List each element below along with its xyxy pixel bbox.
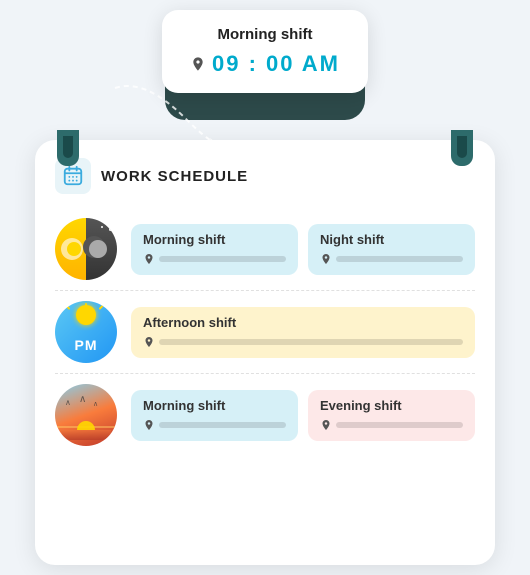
calendar-icon (62, 165, 84, 187)
evening-icon: ∧ ∧ ∧ (55, 384, 117, 446)
clip-right (451, 130, 473, 166)
pin-icon (190, 56, 206, 72)
shift-pin-icon-1 (143, 253, 155, 265)
header-title: WORK SCHEDULE (101, 168, 248, 185)
shift-card-night: Night shift (308, 224, 475, 275)
shift-line-2 (336, 256, 463, 262)
floating-card: Morning shift 09 : 00 AM (162, 10, 368, 93)
sun-moon-icon (55, 218, 117, 280)
shift-line-4 (159, 422, 286, 428)
shift-label-evening: Evening shift (320, 398, 463, 413)
shift-card-morning-1: Morning shift (131, 224, 298, 275)
main-card: WORK SCHEDULE Morning shift (35, 140, 495, 565)
shift-pin-icon-3 (143, 336, 155, 348)
shift-label-night: Night shift (320, 232, 463, 247)
card-header: WORK SCHEDULE (55, 158, 475, 194)
shift-pin-icon-4 (143, 419, 155, 431)
clip-left (57, 130, 79, 166)
schedule-row-1: Morning shift Night shift (55, 208, 475, 291)
shift-line-5 (336, 422, 463, 428)
shift-line-3 (159, 339, 463, 345)
schedule-row-3: ∧ ∧ ∧ Morning shift Evening shift (55, 374, 475, 456)
shift-card-morning-2: Morning shift (131, 390, 298, 441)
row2-shifts: Afternoon shift (131, 307, 475, 358)
shift-label-afternoon: Afternoon shift (143, 315, 463, 330)
floating-card-title: Morning shift (190, 26, 340, 43)
row1-shifts: Morning shift Night shift (131, 224, 475, 275)
shift-label-morning-1: Morning shift (143, 232, 286, 247)
shift-card-afternoon: Afternoon shift (131, 307, 475, 358)
shift-label-morning-2: Morning shift (143, 398, 286, 413)
pm-icon: PM (55, 301, 117, 363)
shift-pin-icon-2 (320, 253, 332, 265)
row3-shifts: Morning shift Evening shift (131, 390, 475, 441)
schedule-row-2: PM Afternoon shift (55, 291, 475, 374)
shift-line-1 (159, 256, 286, 262)
shift-card-evening: Evening shift (308, 390, 475, 441)
shift-pin-icon-5 (320, 419, 332, 431)
floating-card-time: 09 : 00 AM (212, 51, 340, 77)
